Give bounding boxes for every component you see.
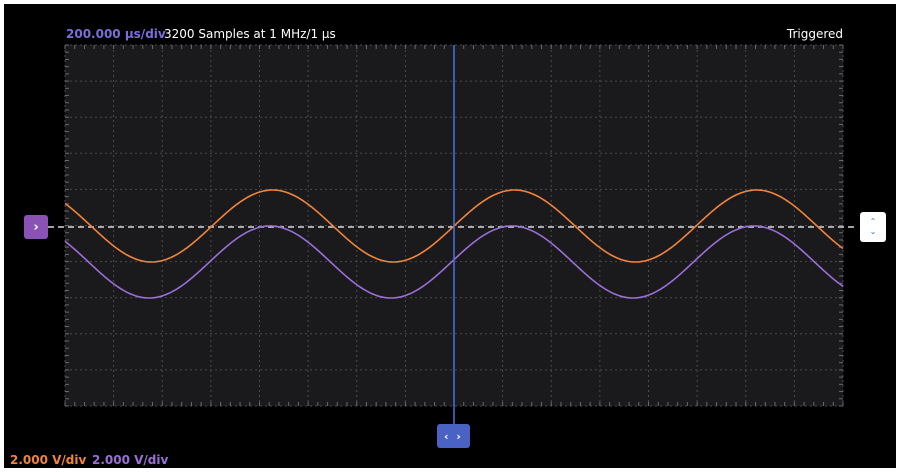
channel-offset-button[interactable]: › — [24, 215, 48, 239]
timebase-label: 200.000 µs/div — [66, 27, 166, 41]
trigger-level-button[interactable]: ⌃ ⌄ — [860, 212, 886, 242]
trigger-status-label: Triggered — [786, 27, 843, 41]
channel1-scale-label[interactable]: 2.000 V/div — [10, 453, 86, 467]
chevron-right-icon: › — [33, 219, 39, 235]
chevron-left-right-icon: ‹ › — [444, 429, 463, 443]
chevron-down-icon: ⌄ — [869, 227, 877, 236]
channel2-scale-label[interactable]: 2.000 V/div — [92, 453, 168, 467]
waveform-plot — [48, 44, 858, 424]
chevron-up-icon: ⌃ — [869, 217, 877, 226]
sample-info-label: 3200 Samples at 1 MHz/1 µs — [164, 27, 336, 41]
time-position-button[interactable]: ‹ › — [437, 424, 470, 448]
